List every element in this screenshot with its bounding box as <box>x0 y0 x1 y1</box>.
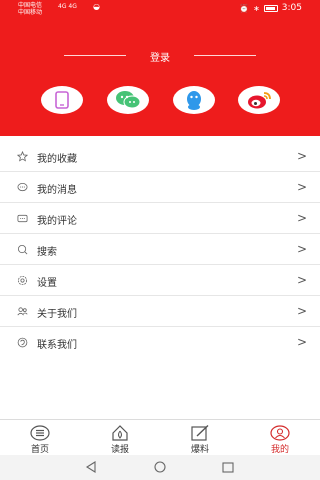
system-nav-bar <box>0 455 320 480</box>
phone-login-button[interactable] <box>41 86 83 114</box>
login-button[interactable]: 登录 <box>0 49 320 64</box>
tab-label: 爆料 <box>190 445 209 455</box>
settings-icon <box>17 275 28 286</box>
edit-icon <box>191 425 209 441</box>
chevron-right-icon: > <box>296 273 307 287</box>
menu-item-comments[interactable]: 我的评论 > <box>0 203 320 234</box>
chevron-right-icon: > <box>296 242 307 256</box>
chevron-right-icon: > <box>296 335 307 349</box>
divider-right <box>194 55 256 56</box>
tab-label: 首页 <box>30 445 49 455</box>
chevron-right-icon: > <box>296 304 307 318</box>
carrier-info: 中国电信 中国移动 <box>18 2 42 16</box>
qq-icon <box>187 91 201 110</box>
qq-login-button[interactable] <box>173 86 215 114</box>
phone-icon <box>55 91 69 109</box>
settings-menu: 我的收藏 > 我的消息 > 我的评论 > 搜索 > 设置 > 关于我们 > 联系… <box>0 141 320 358</box>
contact-icon <box>17 337 28 348</box>
bluetooth-icon: ∗ <box>253 3 260 13</box>
search-icon <box>17 244 28 255</box>
alarm-icon: ⏰ <box>239 3 250 13</box>
menu-label: 联系我们 <box>37 340 77 351</box>
profile-icon <box>270 425 290 441</box>
tab-newspaper[interactable]: 读报 <box>80 420 160 456</box>
menu-label: 搜索 <box>37 247 57 258</box>
recents-icon[interactable] <box>222 462 234 473</box>
chevron-right-icon: > <box>296 211 307 225</box>
tab-report[interactable]: 爆料 <box>160 420 240 456</box>
bottom-tab-bar: 首页 读报 爆料 我的 <box>0 419 320 455</box>
menu-item-contact[interactable]: 联系我们 > <box>0 327 320 358</box>
weibo-login-button[interactable] <box>238 86 280 114</box>
comment-icon <box>17 214 28 223</box>
chevron-right-icon: > <box>296 180 307 194</box>
login-row: 登录 <box>0 48 320 64</box>
carrier-1: 中国电信 <box>18 2 43 9</box>
about-icon <box>17 307 28 316</box>
menu-item-favorites[interactable]: 我的收藏 > <box>0 141 320 172</box>
home-icon[interactable] <box>153 461 167 473</box>
back-icon[interactable] <box>85 461 97 473</box>
battery-icon <box>263 4 278 12</box>
wechat-login-button[interactable] <box>107 86 149 114</box>
menu-item-settings[interactable]: 设置 > <box>0 265 320 296</box>
menu-item-messages[interactable]: 我的消息 > <box>0 172 320 203</box>
newspaper-icon <box>112 425 128 441</box>
chevron-right-icon: > <box>296 149 307 163</box>
wifi-icon: ◒ <box>93 2 100 11</box>
message-icon <box>17 182 28 192</box>
menu-item-search[interactable]: 搜索 > <box>0 234 320 265</box>
tab-profile[interactable]: 我的 <box>240 420 320 456</box>
tab-home[interactable]: 首页 <box>0 420 80 456</box>
weibo-icon <box>248 92 271 109</box>
menu-label: 我的消息 <box>37 185 77 196</box>
menu-label: 关于我们 <box>37 309 77 320</box>
tab-label: 我的 <box>270 445 289 455</box>
signal-text: 4G 4G <box>58 3 77 10</box>
status-time: 3:05 <box>281 3 302 13</box>
menu-label: 我的评论 <box>37 216 77 227</box>
wechat-icon <box>116 91 141 109</box>
menu-label: 设置 <box>37 278 57 289</box>
menu-label: 我的收藏 <box>37 154 77 165</box>
tab-label: 读报 <box>110 445 129 455</box>
home-menu-icon <box>30 425 50 441</box>
star-icon <box>17 151 28 162</box>
carrier-2: 中国移动 <box>18 9 43 16</box>
status-bar: 中国电信 中国移动 4G 4G ◒ ⏰ ∗ 3:05 <box>0 0 320 18</box>
menu-item-about[interactable]: 关于我们 > <box>0 296 320 327</box>
